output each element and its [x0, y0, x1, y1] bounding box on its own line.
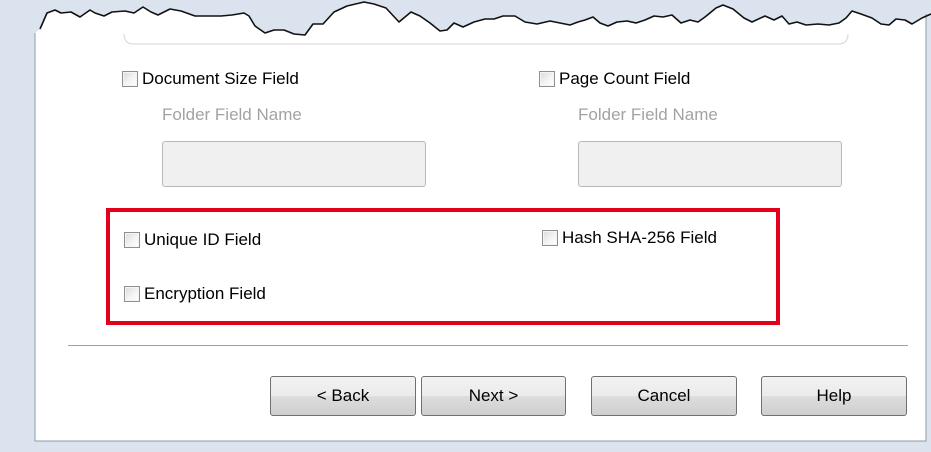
checkbox-box[interactable]	[122, 71, 138, 87]
highlight-rectangle	[106, 208, 780, 325]
checkbox-box[interactable]	[539, 71, 555, 87]
help-button[interactable]: Help	[761, 376, 907, 416]
folder-field-name-label-left: Folder Field Name	[162, 105, 302, 124]
page-count-label: Page Count Field	[559, 69, 691, 88]
checkbox-box[interactable]	[124, 286, 140, 302]
button-separator	[68, 345, 908, 347]
back-button[interactable]: < Back	[270, 376, 416, 416]
hash-sha256-checkbox[interactable]: Hash SHA-256 Field	[542, 227, 717, 249]
document-size-checkbox[interactable]: Document Size Field	[122, 68, 299, 90]
page-count-checkbox[interactable]: Page Count Field	[539, 68, 690, 90]
document-size-label: Document Size Field	[142, 69, 299, 88]
checkbox-box[interactable]	[542, 230, 558, 246]
encryption-checkbox[interactable]: Encryption Field	[124, 283, 266, 305]
unique-id-label: Unique ID Field	[144, 230, 262, 249]
hash-sha256-label: Hash SHA-256 Field	[562, 228, 717, 247]
unique-id-checkbox[interactable]: Unique ID Field	[124, 229, 261, 251]
folder-field-name-label-right: Folder Field Name	[578, 105, 718, 124]
encryption-label: Encryption Field	[144, 284, 266, 303]
checkbox-box[interactable]	[124, 232, 140, 248]
folder-field-name-input-right	[578, 141, 842, 187]
cancel-button[interactable]: Cancel	[591, 376, 737, 416]
next-button[interactable]: Next >	[421, 376, 566, 416]
folder-field-name-input-left	[162, 141, 426, 187]
